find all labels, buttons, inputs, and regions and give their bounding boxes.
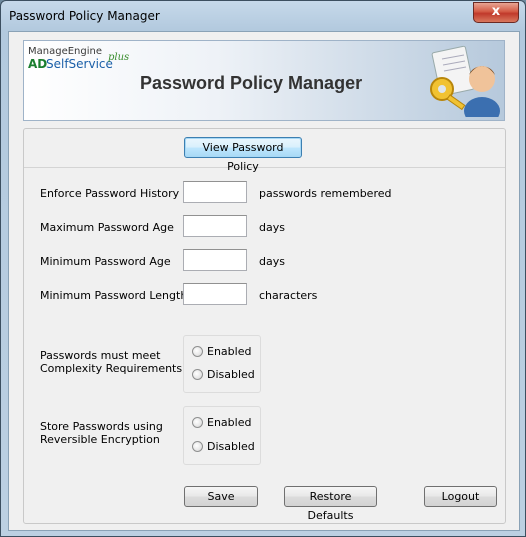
header-banner: ManageEngine AD SelfService plus Passwor… xyxy=(23,40,505,121)
policy-panel: View Password Policy Enforce Password Hi… xyxy=(23,128,506,524)
complexity-enabled-label[interactable]: Enabled xyxy=(207,345,251,358)
enforce-history-unit: passwords remembered xyxy=(259,187,392,200)
brand-vendor: ManageEngine xyxy=(28,46,102,57)
enforce-history-input[interactable] xyxy=(183,181,247,203)
reversible-label-line1: Store Passwords using xyxy=(40,420,163,433)
app-window: Password Policy Manager x ManageEngine A… xyxy=(0,0,526,537)
min-length-label: Minimum Password Length xyxy=(40,289,188,302)
enforce-history-label: Enforce Password History xyxy=(40,187,180,200)
min-length-unit: characters xyxy=(259,289,318,302)
radio-button-icon[interactable] xyxy=(192,369,203,380)
reversible-enabled-label[interactable]: Enabled xyxy=(207,416,251,429)
banner-title: Password Policy Manager xyxy=(140,73,363,93)
complexity-label-line2: Complexity Requirements xyxy=(40,362,183,375)
close-button[interactable]: x xyxy=(473,2,519,23)
window-title: Password Policy Manager xyxy=(9,9,160,23)
max-age-unit: days xyxy=(259,221,285,234)
save-button[interactable]: Save xyxy=(184,486,258,507)
complexity-disabled-label[interactable]: Disabled xyxy=(207,368,255,381)
key-and-user-icon xyxy=(430,45,500,117)
complexity-label-line1: Passwords must meet xyxy=(40,349,161,362)
brand-product: SelfService xyxy=(46,57,113,71)
min-age-unit: days xyxy=(259,255,285,268)
radio-button-icon[interactable] xyxy=(192,417,203,428)
reversible-radio-group: Enabled Disabled xyxy=(183,406,261,465)
view-password-policy-button[interactable]: View Password Policy xyxy=(184,137,302,173)
radio-button-icon[interactable] xyxy=(192,346,203,357)
restore-defaults-button[interactable]: Restore Defaults xyxy=(284,486,377,522)
complexity-radio-group: Enabled Disabled xyxy=(183,335,261,393)
brand-plus: plus xyxy=(108,52,130,63)
min-length-input[interactable] xyxy=(183,283,247,305)
reversible-label-line2: Reversible Encryption xyxy=(40,433,160,446)
radio-button-icon[interactable] xyxy=(192,441,203,452)
close-icon: x xyxy=(491,4,501,19)
min-age-label: Minimum Password Age xyxy=(40,255,171,268)
reversible-disabled-label[interactable]: Disabled xyxy=(207,440,255,453)
brand-ad: AD xyxy=(28,57,48,71)
max-age-input[interactable] xyxy=(183,215,247,237)
title-bar[interactable]: Password Policy Manager x xyxy=(1,1,525,31)
panel-toolbar: View Password Policy xyxy=(24,129,505,173)
min-age-input[interactable] xyxy=(183,249,247,271)
max-age-label: Maximum Password Age xyxy=(40,221,174,234)
logout-button[interactable]: Logout xyxy=(424,486,497,507)
client-area: ManageEngine AD SelfService plus Passwor… xyxy=(8,31,520,531)
